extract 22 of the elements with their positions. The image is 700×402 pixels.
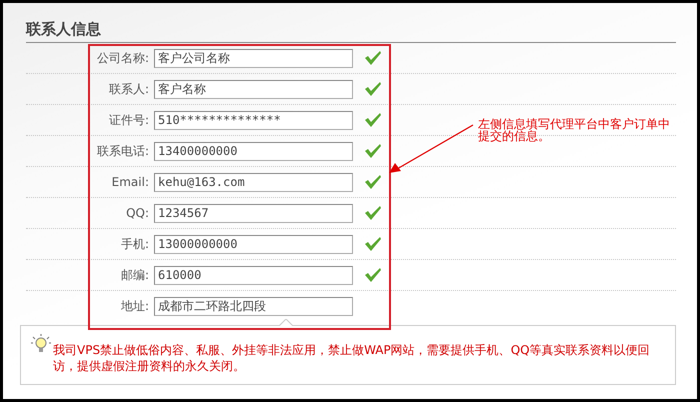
input-field[interactable]: 610000 [154,266,353,284]
field-label: 联系人: [108,80,150,98]
field-label: 公司名称: [96,50,150,66]
annotation-text: 左侧信息填写代理平台中客户订单中提交的信息。 [478,118,671,142]
input-field[interactable]: 13000000000 [154,234,353,254]
input-field[interactable]: 1234567 [154,204,353,222]
input-field[interactable]: 成都市二环路北四段 [154,296,353,316]
field-label: Email: [110,175,150,189]
field-label: 手机: [120,236,150,252]
field-label: 联系电话: [96,142,150,160]
field-label: 证件号: [108,112,150,128]
input-field[interactable]: kehu@163.com [154,172,353,192]
field-label: QQ: [125,206,150,220]
lightbulb-icon [31,334,51,354]
input-field[interactable]: 客户公司名称 [154,48,353,68]
field-label: 地址: [120,298,150,314]
input-field[interactable]: 510************** [154,110,353,130]
notice-text: 我司VPS禁止做低俗内容、私服、外挂等非法应用，禁止做WAP网站，需要提供手机、QQ等真实联系资料以便回访，提供虚假注册资料的永久关闭。 [53,342,651,374]
input-field[interactable]: 13400000000 [154,142,353,160]
section-title: 联系人信息 [26,19,101,40]
input-field[interactable]: 客户名称 [154,80,353,98]
field-label: 邮编: [120,266,150,284]
